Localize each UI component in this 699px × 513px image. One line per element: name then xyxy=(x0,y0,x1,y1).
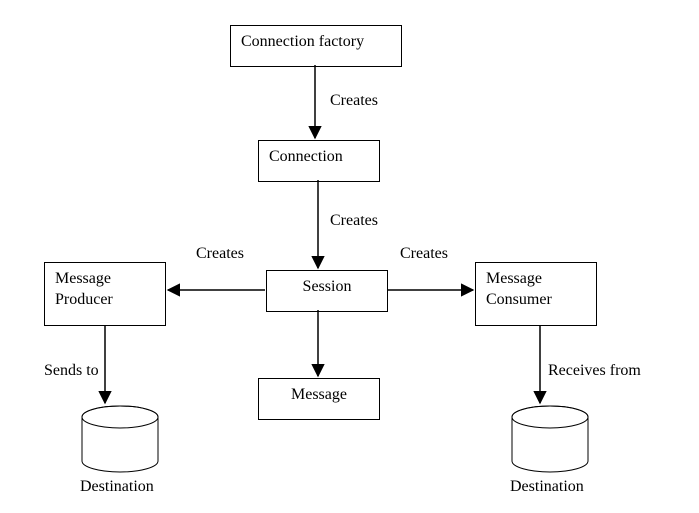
box-message-producer: Message Producer xyxy=(44,262,166,326)
cylinder-destination-left xyxy=(80,405,160,475)
box-connection-label: Connection xyxy=(269,148,343,165)
edge-label-session-consumer: Creates xyxy=(400,245,448,263)
box-connection-factory: Connection factory xyxy=(230,25,402,67)
edge-label-producer-dest: Sends to xyxy=(44,362,99,380)
box-message-label: Message xyxy=(291,386,347,403)
box-message-producer-label-2: Producer xyxy=(55,291,113,308)
box-session: Session xyxy=(266,270,388,312)
edge-label-factory-connection: Creates xyxy=(330,92,378,110)
edge-label-consumer-dest: Receives from xyxy=(548,362,641,380)
box-connection: Connection xyxy=(258,140,380,182)
box-message-consumer: Message Consumer xyxy=(475,262,597,326)
cylinder-destination-right xyxy=(510,405,590,475)
edge-label-connection-session: Creates xyxy=(330,212,378,230)
box-message-consumer-label-2: Consumer xyxy=(486,291,552,308)
box-session-label: Session xyxy=(303,278,352,295)
jms-architecture-diagram: { "boxes": { "connection_factory": "Conn… xyxy=(0,0,699,513)
edge-label-session-producer: Creates xyxy=(196,245,244,263)
box-connection-factory-label: Connection factory xyxy=(241,33,364,50)
box-message: Message xyxy=(258,378,380,420)
cylinder-left-label: Destination xyxy=(80,478,154,496)
box-message-producer-label-1: Message xyxy=(55,270,111,287)
box-message-consumer-label-1: Message xyxy=(486,270,542,287)
cylinder-right-label: Destination xyxy=(510,478,584,496)
